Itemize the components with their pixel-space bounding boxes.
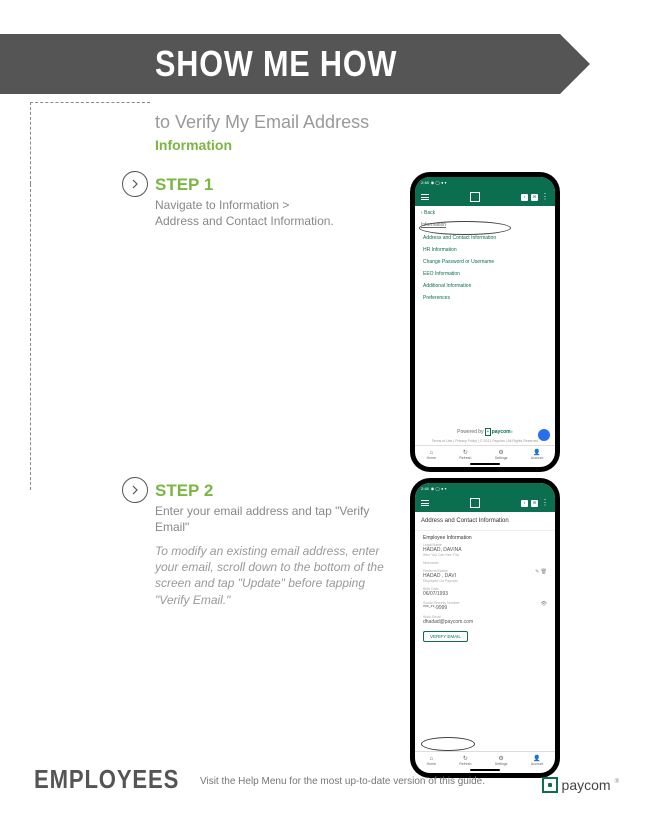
powered-label: Powered by	[457, 429, 485, 435]
phone-screen: 2:48 ◉ ◯ ● ▾ • ✉ ⋮ ‹ Back Information Ad…	[415, 177, 555, 467]
person-icon: 👤	[531, 449, 544, 456]
status-time: 2:48	[421, 180, 429, 185]
visibility-icon[interactable]: 👁	[541, 601, 547, 607]
field-legal-name: Legal Name HADAD, DAVINA Who You Can See…	[415, 542, 555, 560]
nav-home[interactable]: ⌂Home	[427, 756, 436, 766]
step-2-label: STEP 2	[155, 481, 213, 501]
field-nickname: Nickname	[415, 560, 555, 568]
breadcrumb: Information	[155, 137, 232, 153]
notification-icon[interactable]: •	[521, 194, 528, 201]
nav-refresh[interactable]: ↻Refresh	[459, 755, 471, 766]
nav-refresh[interactable]: ↻Refresh	[459, 449, 471, 460]
banner: SHOW ME HOW	[0, 34, 560, 94]
app-logo-icon	[470, 498, 480, 508]
menu-item-preferences[interactable]: Preferences	[415, 292, 555, 304]
nav-account[interactable]: 👤Account	[531, 449, 544, 460]
menu-item-password[interactable]: Change Password or Username	[415, 256, 555, 268]
mail-icon[interactable]: ✉	[531, 500, 538, 507]
mail-icon[interactable]: ✉	[531, 194, 538, 201]
app-bar: • ✉ ⋮	[415, 188, 555, 206]
android-nav-bar	[415, 769, 555, 773]
bottom-nav: ⌂Home ↻Refresh ⚙Settings 👤Account	[415, 445, 555, 463]
menu-list: Address and Contact Information HR Infor…	[415, 230, 555, 306]
brand-text: paycom	[492, 429, 511, 435]
field-sublabel: Who You Can See This	[423, 553, 547, 557]
connector-line	[30, 184, 150, 490]
field-sublabel: Displayed On Paystub	[423, 579, 547, 583]
phone-mock-2: 2:48 ◉ ◯ ● ▾ • ✉ ⋮ Address and Contact I…	[410, 478, 560, 778]
refresh-icon: ↻	[459, 449, 471, 456]
step-2-note: To modify an existing email address, ent…	[155, 543, 390, 608]
phone-screen: 2:48 ◉ ◯ ● ▾ • ✉ ⋮ Address and Contact I…	[415, 483, 555, 773]
field-birth-date: Birth Date 06/07/1993	[415, 586, 555, 600]
field-label: Nickname	[423, 561, 547, 565]
notification-icon[interactable]: •	[521, 500, 528, 507]
footer-note: Visit the Help Menu for the most up-to-d…	[200, 776, 485, 787]
overflow-icon[interactable]: ⋮	[541, 193, 549, 201]
field-work-email: Work Email dhadad@paycom.com	[415, 614, 555, 628]
field-ssn: 👁 Social Security Number ***-**-9999	[415, 600, 555, 614]
hamburger-icon[interactable]	[421, 194, 429, 200]
paycom-icon	[542, 777, 558, 793]
app-bar: • ✉ ⋮	[415, 494, 555, 512]
person-icon: 👤	[531, 755, 544, 762]
back-button[interactable]: ‹ Back	[415, 206, 555, 220]
nav-account[interactable]: 👤Account	[531, 755, 544, 766]
step-1-desc: Navigate to Information > Address and Co…	[155, 197, 334, 229]
app-logo-icon	[470, 192, 480, 202]
status-time: 2:48	[421, 486, 429, 491]
step-1-label: STEP 1	[155, 175, 213, 195]
nav-settings[interactable]: ⚙Settings	[495, 449, 508, 460]
status-bar: 2:48 ◉ ◯ ● ▾	[415, 483, 555, 494]
fab-button[interactable]	[538, 429, 550, 441]
gear-icon: ⚙	[495, 449, 508, 456]
chevron-right-icon	[130, 485, 140, 495]
page-subtitle: to Verify My Email Address	[155, 112, 369, 133]
field-value[interactable]: dhadad@paycom.com	[423, 619, 547, 625]
audience-label: EMPLOYEES	[34, 764, 179, 795]
bottom-nav: ⌂Home ↻Refresh ⚙Settings 👤Account	[415, 751, 555, 769]
highlight-ellipse	[421, 737, 475, 751]
phone-mock-1: 2:48 ◉ ◯ ● ▾ • ✉ ⋮ ‹ Back Information Ad…	[410, 172, 560, 472]
hamburger-icon[interactable]	[421, 500, 429, 506]
section-header: Employee Information	[415, 531, 555, 542]
banner-title: SHOW ME HOW	[155, 43, 397, 85]
menu-item-additional[interactable]: Additional Information	[415, 280, 555, 292]
nav-home[interactable]: ⌂Home	[427, 450, 436, 460]
field-preferred-name: ✎ 🗑 Preferred Name HADAD , DAVI Displaye…	[415, 568, 555, 586]
step-2-desc: Enter your email address and tap "Verify…	[155, 503, 385, 535]
field-value: ***-**-9999	[423, 605, 547, 611]
overflow-icon[interactable]: ⋮	[541, 499, 549, 507]
step-marker-2	[122, 477, 148, 503]
status-bar: 2:48 ◉ ◯ ● ▾	[415, 177, 555, 188]
footer-logo: paycom ®	[542, 777, 619, 793]
gear-icon: ⚙	[495, 755, 508, 762]
status-icons: ◉ ◯ ● ▾	[431, 180, 447, 185]
powered-by: Powered by ▪paycom®	[415, 429, 555, 435]
field-value: 06/07/1993	[423, 591, 547, 597]
edit-icon[interactable]: ✎ 🗑	[535, 569, 547, 575]
brand-text: paycom	[562, 777, 611, 793]
step-marker-1	[122, 171, 148, 197]
terms-text: Terms of Use | Privacy Policy | © 2021 P…	[415, 439, 555, 443]
paycom-icon: ▪	[485, 428, 491, 436]
status-icons: ◉ ◯ ● ▾	[431, 486, 447, 491]
page-title: Address and Contact Information	[415, 512, 555, 531]
menu-item-eeo[interactable]: EEO Information	[415, 268, 555, 280]
chevron-right-icon	[130, 179, 140, 189]
registered-mark: ®	[615, 779, 619, 785]
nav-settings[interactable]: ⚙Settings	[495, 755, 508, 766]
refresh-icon: ↻	[459, 755, 471, 762]
verify-email-button[interactable]: VERIFY EMAIL	[423, 631, 468, 642]
highlight-ellipse	[419, 221, 511, 235]
menu-item-hr[interactable]: HR Information	[415, 244, 555, 256]
android-nav-bar	[415, 463, 555, 467]
